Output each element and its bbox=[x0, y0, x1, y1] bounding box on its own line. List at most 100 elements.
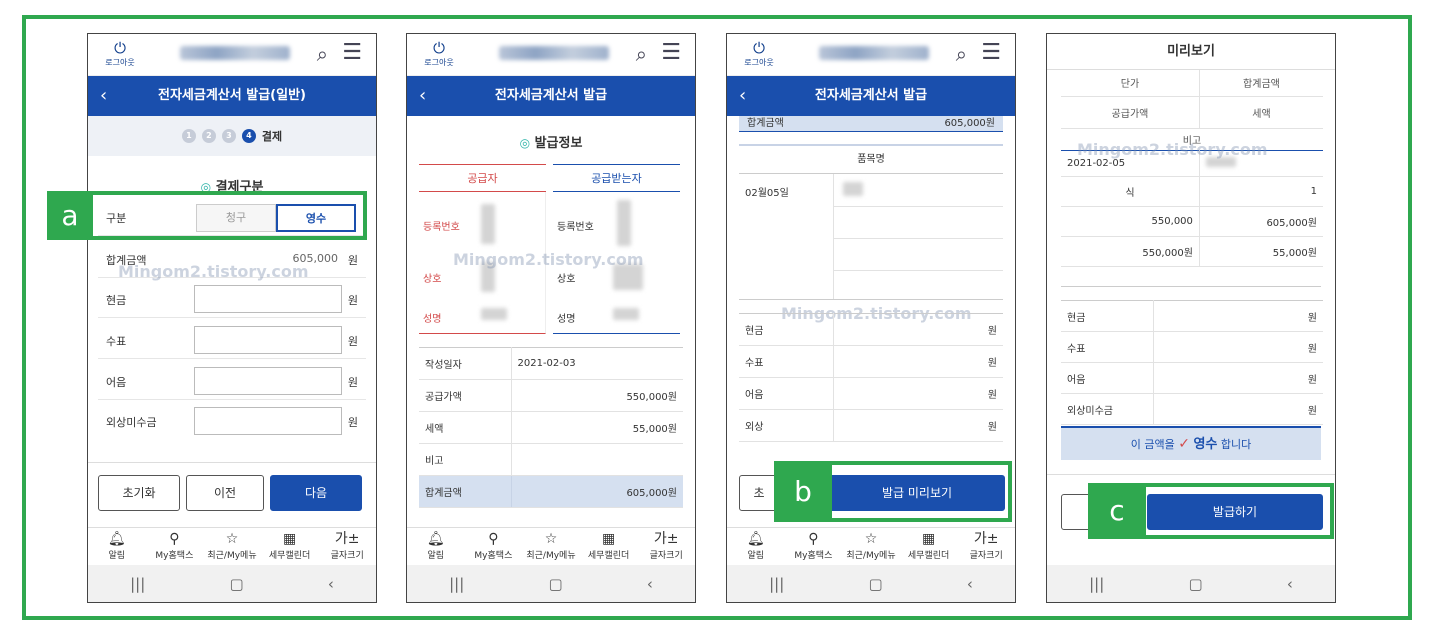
title-bar: ‹ 전자세금계산서 발급(일반) bbox=[88, 76, 376, 116]
star-icon: ☆ bbox=[544, 531, 558, 547]
check-row: 수표 원 bbox=[98, 319, 366, 359]
ring-icon: ◎ bbox=[519, 136, 531, 150]
highlight-c bbox=[1142, 483, 1334, 539]
highlight-b bbox=[828, 461, 1012, 522]
back-icon[interactable]: ‹ bbox=[739, 76, 746, 116]
recents-icon[interactable]: ||| bbox=[449, 575, 464, 593]
font-size-icon: 가± bbox=[973, 531, 999, 547]
home-icon[interactable]: ▢ bbox=[1188, 575, 1202, 593]
step-dot: 1 bbox=[181, 129, 196, 143]
recents-icon[interactable]: ||| bbox=[769, 575, 784, 593]
back-icon[interactable]: ‹ bbox=[100, 76, 107, 116]
nav-recent[interactable]: ☆ 최근/My메뉴 bbox=[842, 528, 900, 565]
home-icon[interactable]: ▢ bbox=[868, 575, 882, 593]
nav-fontsize[interactable]: 가± 글자크기 bbox=[637, 528, 695, 565]
home-icon[interactable]: ▢ bbox=[548, 575, 562, 593]
receipt-statement: 이 금액을 ✓ 영수 합니다 bbox=[1061, 426, 1321, 460]
back-icon[interactable]: ‹ bbox=[419, 76, 426, 116]
divider bbox=[88, 462, 376, 463]
active-step-label: 결제 bbox=[261, 130, 283, 143]
supplier-block: 등록번호 상호 성명 bbox=[419, 192, 546, 334]
nav-calendar[interactable]: ▦ 세무캘린더 bbox=[580, 528, 638, 565]
blurred-value bbox=[617, 200, 631, 246]
top-header: ⏻ 로그아웃 ⌕ ☰ bbox=[88, 34, 376, 76]
total-value: 605,000 bbox=[292, 252, 339, 265]
preview-table: 단가 합계금액 공급가액 세액 비고 2021-02-05 식1 550,000 60… bbox=[1061, 70, 1323, 267]
page-title: 미리보기 bbox=[1047, 34, 1335, 70]
credit-input[interactable] bbox=[194, 407, 342, 435]
tag-b: b bbox=[774, 461, 832, 522]
tag-a: a bbox=[47, 191, 93, 240]
preview-payment-table: 현금 원 수표 원 어음 원 외상미수금 원 bbox=[1061, 300, 1323, 425]
logout-button[interactable]: ⏻ 로그아웃 bbox=[100, 40, 140, 68]
check-input[interactable] bbox=[194, 326, 342, 354]
person-icon: ⚲ bbox=[488, 531, 499, 547]
blurred-value bbox=[481, 262, 495, 292]
bill-input[interactable] bbox=[194, 367, 342, 395]
receiver-header: 공급받는자 bbox=[553, 164, 680, 192]
logout-button[interactable]: ⏻ 로그아웃 bbox=[419, 40, 459, 68]
phone-issue-info: ⏻ 로그아웃 ⌕ ☰ ‹ 전자세금계산서 발급 ◎ 발급정보 공급자 공급받는자 … bbox=[406, 33, 696, 603]
font-size-icon: 가± bbox=[334, 531, 360, 547]
bottom-nav: 🔔︎ 알림 ⚲ My홈택스 ☆ 최근/My메뉴 ▦ 세무캘린더 가± 글자크기 bbox=[407, 527, 695, 565]
recents-icon[interactable]: ||| bbox=[130, 575, 145, 593]
page-title: 전자세금계산서 발급 bbox=[814, 88, 928, 103]
calendar-icon: ▦ bbox=[921, 531, 936, 547]
back-sys-icon[interactable]: ‹ bbox=[967, 575, 973, 593]
step-dot: 3 bbox=[221, 129, 236, 143]
nav-fontsize[interactable]: 가± 글자크기 bbox=[318, 528, 376, 565]
nav-recent[interactable]: ☆ 최근/My메뉴 bbox=[522, 528, 580, 565]
back-sys-icon[interactable]: ‹ bbox=[1287, 575, 1293, 593]
system-nav: ||| ▢ ‹ bbox=[88, 565, 376, 602]
payment-table: 현금 원 수표 원 어음 원 외상 원 bbox=[739, 313, 1003, 442]
recents-icon[interactable]: ||| bbox=[1089, 575, 1104, 593]
step-indicator: 1 2 3 4 결제 bbox=[88, 116, 376, 156]
top-header: ⏻ 로그아웃 ⌕ ☰ bbox=[407, 34, 695, 76]
bell-icon: 🔔︎ bbox=[746, 531, 765, 547]
nav-alert[interactable]: 🔔︎ 알림 bbox=[88, 528, 146, 565]
logout-button[interactable]: ⏻ 로그아웃 bbox=[739, 40, 779, 68]
blurred-value bbox=[481, 308, 507, 320]
nav-myhometax[interactable]: ⚲ My홈택스 bbox=[465, 528, 523, 565]
page-title: 전자세금계산서 발급 bbox=[494, 88, 608, 103]
nav-alert[interactable]: 🔔︎ 알림 bbox=[727, 528, 785, 565]
prev-button[interactable]: 이전 bbox=[186, 475, 264, 511]
nav-myhometax[interactable]: ⚲ My홈택스 bbox=[785, 528, 843, 565]
credit-row: 외상미수금 원 bbox=[98, 400, 366, 440]
nav-calendar[interactable]: ▦ 세무캘린더 bbox=[900, 528, 958, 565]
nav-recent[interactable]: ☆ 최근/My메뉴 bbox=[203, 528, 261, 565]
next-button[interactable]: 다음 bbox=[270, 475, 362, 511]
blurred-value bbox=[843, 182, 863, 196]
preview-date: 2021-02-05 bbox=[1061, 149, 1200, 177]
menu-icon[interactable]: ☰ bbox=[981, 40, 1001, 65]
search-icon[interactable]: ⌕ bbox=[317, 42, 328, 66]
system-nav: ||| ▢ ‹ bbox=[727, 565, 1015, 602]
cash-row: 현금 원 bbox=[98, 278, 366, 318]
step-dot: 2 bbox=[201, 129, 216, 143]
power-icon: ⏻ bbox=[114, 39, 126, 57]
search-icon[interactable]: ⌕ bbox=[956, 42, 967, 66]
step-dot-active: 4 bbox=[241, 129, 256, 143]
cash-input[interactable] bbox=[194, 285, 342, 313]
search-icon[interactable]: ⌕ bbox=[636, 42, 647, 66]
nav-fontsize[interactable]: 가± 글자크기 bbox=[957, 528, 1015, 565]
bell-icon: 🔔︎ bbox=[426, 531, 445, 547]
home-icon[interactable]: ▢ bbox=[229, 575, 243, 593]
back-sys-icon[interactable]: ‹ bbox=[328, 575, 334, 593]
blurred-value bbox=[613, 264, 643, 290]
nav-alert[interactable]: 🔔︎ 알림 bbox=[407, 528, 465, 565]
reset-button[interactable]: 초기화 bbox=[98, 475, 180, 511]
back-sys-icon[interactable]: ‹ bbox=[647, 575, 653, 593]
calendar-icon: ▦ bbox=[282, 531, 297, 547]
star-icon: ☆ bbox=[864, 531, 878, 547]
person-icon: ⚲ bbox=[808, 531, 819, 547]
nav-myhometax[interactable]: ⚲ My홈택스 bbox=[146, 528, 204, 565]
menu-icon[interactable]: ☰ bbox=[342, 40, 362, 65]
partial-button[interactable]: 초 bbox=[739, 475, 779, 511]
bottom-nav: 🔔︎ 알림 ⚲ My홈택스 ☆ 최근/My메뉴 ▦ 세무캘린더 가± 글자크기 bbox=[727, 527, 1015, 565]
nav-calendar[interactable]: ▦ 세무캘린더 bbox=[261, 528, 319, 565]
person-icon: ⚲ bbox=[169, 531, 180, 547]
menu-icon[interactable]: ☰ bbox=[661, 40, 681, 65]
title-bar: ‹ 전자세금계산서 발급 bbox=[407, 76, 695, 116]
supplier-header: 공급자 bbox=[419, 164, 546, 192]
